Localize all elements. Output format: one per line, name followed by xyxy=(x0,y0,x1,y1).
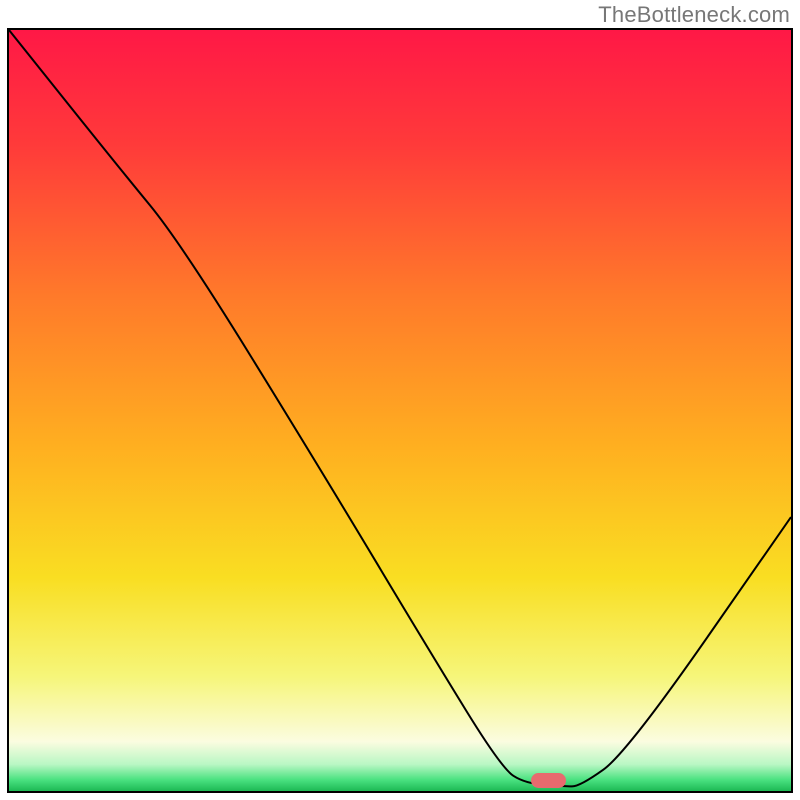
watermark-text: TheBottleneck.com xyxy=(598,2,790,28)
optimal-marker xyxy=(531,773,565,788)
bottleneck-curve xyxy=(9,30,791,791)
plot-area xyxy=(7,28,793,793)
